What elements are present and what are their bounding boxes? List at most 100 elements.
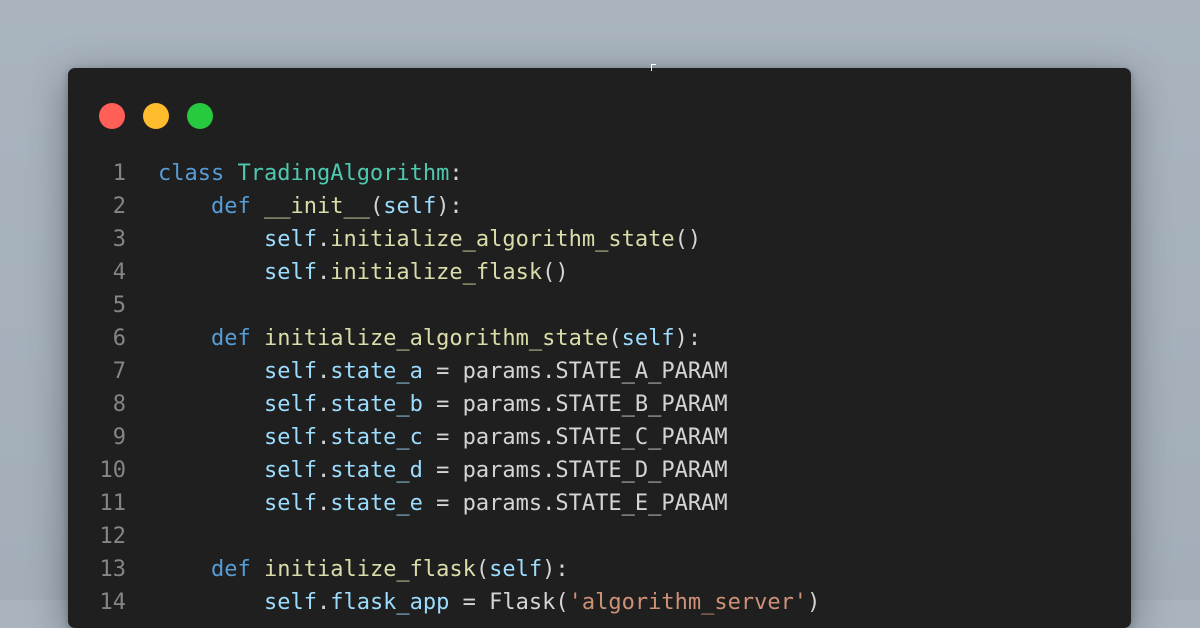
code-token: self <box>263 392 317 417</box>
code-text: def initialize_algorithm_state(self): <box>158 322 701 355</box>
code-line: 5 <box>68 289 1131 322</box>
line-number: 6 <box>112 326 126 351</box>
code-token: . <box>316 491 331 516</box>
code-line: 10 self.state_d = params.STATE_D_PARAM <box>68 454 1131 487</box>
code-token: . <box>316 392 331 417</box>
code-token: = Flask( <box>449 590 569 615</box>
code-token: = params.STATE_A_PARAM <box>422 359 728 384</box>
code-text: self.initialize_flask() <box>158 256 569 289</box>
line-number: 7 <box>112 359 126 384</box>
line-number: 1 <box>112 161 126 186</box>
code-token: self <box>263 359 317 384</box>
code-token: state_b <box>330 392 423 417</box>
code-line: 7 self.state_a = params.STATE_A_PARAM <box>68 355 1131 388</box>
code-token: class <box>158 161 225 186</box>
code-text: self.initialize_algorithm_state() <box>158 223 701 256</box>
code-line: 13 def initialize_flask(self): <box>68 553 1131 586</box>
maximize-button[interactable] <box>187 103 213 129</box>
code-token: = params.STATE_E_PARAM <box>422 491 728 516</box>
code-line: 2 def __init__(self): <box>68 190 1131 223</box>
code-token: 'algorithm_server' <box>568 590 808 615</box>
code-text: self.state_d = params.STATE_D_PARAM <box>158 454 728 487</box>
line-number: 14 <box>99 590 127 615</box>
line-number: 9 <box>112 425 126 450</box>
window-titlebar <box>68 68 1131 148</box>
code-token: self <box>383 194 437 219</box>
code-token: def <box>210 194 251 219</box>
code-token: state_d <box>330 458 423 483</box>
code-token: initialize_algorithm_state <box>263 326 609 351</box>
code-token: state_c <box>330 425 423 450</box>
code-line: 9 self.state_c = params.STATE_C_PARAM <box>68 421 1131 454</box>
code-line: 14 self.flask_app = Flask('algorithm_ser… <box>68 586 1131 619</box>
line-number: 4 <box>112 260 126 285</box>
code-token: () <box>542 260 569 285</box>
code-text: class TradingAlgorithm: <box>158 157 463 190</box>
code-token: initialize_flask <box>263 557 476 582</box>
code-line: 3 self.initialize_algorithm_state() <box>68 223 1131 256</box>
code-line: 1 class TradingAlgorithm: <box>68 157 1131 190</box>
code-token: () <box>674 227 702 252</box>
code-text: def initialize_flask(self): <box>158 553 569 586</box>
code-token: ) <box>807 590 821 615</box>
code-token: def <box>210 557 251 582</box>
code-token: . <box>316 359 331 384</box>
code-token: self <box>263 227 317 252</box>
code-token: initialize_algorithm_state <box>330 227 675 252</box>
code-token: ): <box>436 194 463 219</box>
code-text: self.state_c = params.STATE_C_PARAM <box>158 421 728 454</box>
line-number: 8 <box>112 392 126 417</box>
code-text: self.state_b = params.STATE_B_PARAM <box>158 388 728 421</box>
code-token: initialize_flask <box>330 260 543 285</box>
code-token: . <box>316 590 331 615</box>
code-token: flask_app <box>330 590 450 615</box>
code-text: def __init__(self): <box>158 190 463 223</box>
code-text: self.state_a = params.STATE_A_PARAM <box>158 355 728 388</box>
code-token: self <box>263 260 317 285</box>
code-token: state_a <box>330 359 423 384</box>
line-number: 13 <box>99 557 127 582</box>
code-token: . <box>316 458 331 483</box>
code-token: . <box>316 227 331 252</box>
code-token: = params.STATE_D_PARAM <box>422 458 728 483</box>
line-number: 10 <box>99 458 127 483</box>
code-token: ): <box>542 557 569 582</box>
code-token: . <box>316 425 331 450</box>
code-token: TradingAlgorithm <box>237 161 450 186</box>
code-text: self.flask_app = Flask('algorithm_server… <box>158 586 820 619</box>
code-token: self <box>489 557 543 582</box>
code-line: 11 self.state_e = params.STATE_E_PARAM <box>68 487 1131 520</box>
code-text: self.state_e = params.STATE_E_PARAM <box>158 487 728 520</box>
code-token: = params.STATE_C_PARAM <box>422 425 728 450</box>
code-token: ( <box>475 557 490 582</box>
line-number: 12 <box>99 524 127 549</box>
code-token: self <box>263 425 317 450</box>
line-number: 3 <box>112 227 126 252</box>
code-line: 8 self.state_b = params.STATE_B_PARAM <box>68 388 1131 421</box>
line-number: 2 <box>112 194 126 219</box>
code-token: def <box>210 326 251 351</box>
code-token: self <box>263 590 317 615</box>
line-number: 11 <box>99 491 127 516</box>
close-button[interactable] <box>99 103 125 129</box>
minimize-button[interactable] <box>143 103 169 129</box>
code-line: 4 self.initialize_flask() <box>68 256 1131 289</box>
code-token: ( <box>608 326 622 351</box>
code-token: self <box>263 491 317 516</box>
text-cursor-icon <box>651 64 656 71</box>
code-token: state_e <box>330 491 423 516</box>
line-number: 5 <box>112 293 126 318</box>
code-window: 1 class TradingAlgorithm: 2 def __init__(s… <box>68 68 1131 628</box>
